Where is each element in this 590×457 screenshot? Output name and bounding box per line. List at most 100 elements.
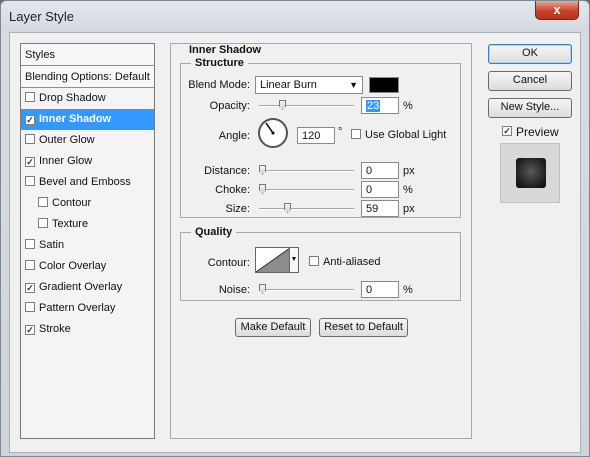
reset-to-default-button[interactable]: Reset to Default [319, 318, 408, 337]
contour-preview[interactable] [255, 247, 291, 273]
opacity-unit: % [403, 100, 413, 112]
noise-unit: % [403, 284, 413, 296]
contour-linear-icon [256, 248, 290, 272]
style-item-label: Inner Glow [39, 155, 93, 167]
style-item-checkbox[interactable]: ✓ [25, 325, 35, 335]
style-item-contour[interactable]: Contour [21, 193, 154, 214]
style-item-inner-glow[interactable]: ✓ Inner Glow [21, 151, 154, 172]
style-item-checkbox[interactable] [25, 239, 35, 249]
style-item-color-overlay[interactable]: Color Overlay [21, 256, 154, 277]
preview-label: Preview [516, 125, 559, 139]
style-item-checkbox[interactable] [25, 260, 35, 270]
styles-list: Styles Blending Options: Default Drop Sh… [20, 43, 155, 439]
distance-slider-thumb[interactable] [259, 165, 266, 175]
use-global-light-label: Use Global Light [365, 129, 447, 141]
style-item-label: Color Overlay [39, 260, 107, 272]
contour-label: Contour: [207, 257, 250, 269]
style-item-drop-shadow[interactable]: Drop Shadow [21, 88, 154, 109]
noise-slider-thumb[interactable] [259, 284, 266, 294]
check-icon: ✓ [26, 115, 34, 125]
anti-aliased-checkbox[interactable] [309, 256, 319, 266]
cancel-button[interactable]: Cancel [488, 71, 572, 91]
style-item-label: Bevel and Emboss [39, 176, 131, 188]
style-item-checkbox[interactable]: ✓ [25, 115, 35, 125]
choke-unit: % [403, 184, 413, 196]
dialog-body: Styles Blending Options: Default Drop Sh… [9, 32, 581, 453]
style-item-checkbox[interactable] [38, 218, 48, 228]
style-item-bevel-and-emboss[interactable]: Bevel and Emboss [21, 172, 154, 193]
panel-title: Inner Shadow [189, 44, 262, 56]
preview-thumbnail [516, 158, 546, 188]
choke-slider-track [259, 189, 354, 191]
style-item-stroke[interactable]: ✓ Stroke [21, 319, 154, 340]
style-item-satin[interactable]: Satin [21, 235, 154, 256]
style-item-pattern-overlay[interactable]: Pattern Overlay [21, 298, 154, 319]
noise-slider-track [259, 289, 354, 291]
angle-unit: ° [338, 126, 343, 138]
shadow-color-swatch[interactable] [369, 77, 399, 93]
layer-style-dialog: Layer Style x Styles Blending Options: D… [0, 0, 590, 457]
distance-slider[interactable] [259, 165, 354, 177]
preview-checkbox[interactable]: ✓ [502, 126, 512, 136]
angle-value: 120 [302, 130, 321, 142]
style-item-texture[interactable]: Texture [21, 214, 154, 235]
size-slider-thumb[interactable] [284, 203, 291, 213]
noise-label: Noise: [218, 284, 250, 296]
check-icon: ✓ [26, 157, 34, 167]
style-preview [500, 143, 560, 203]
opacity-label: Opacity: [209, 100, 250, 112]
style-item-checkbox[interactable]: ✓ [25, 157, 35, 167]
check-icon: ✓ [26, 325, 34, 335]
title-bar[interactable]: Layer Style x [1, 1, 589, 32]
close-button[interactable]: x [535, 1, 579, 20]
styles-header[interactable]: Styles [21, 44, 154, 66]
size-unit: px [403, 203, 415, 215]
style-item-label: Texture [52, 218, 89, 230]
check-icon: ✓ [503, 126, 511, 136]
anti-aliased-label: Anti-aliased [323, 256, 381, 268]
angle-dial[interactable] [258, 118, 288, 148]
size-slider[interactable] [259, 203, 354, 215]
style-item-checkbox[interactable] [25, 92, 35, 102]
style-item-gradient-overlay[interactable]: ✓ Gradient Overlay [21, 277, 154, 298]
size-slider-track [259, 208, 354, 210]
style-item-outer-glow[interactable]: Outer Glow [21, 130, 154, 151]
style-item-checkbox[interactable] [25, 134, 35, 144]
opacity-input[interactable]: 23 [361, 97, 399, 114]
structure-group: Structure Blend Mode: Linear Burn ▼ Opac… [180, 57, 461, 218]
close-icon: x [553, 2, 561, 17]
size-label: Size: [225, 203, 250, 215]
opacity-slider-track [259, 105, 354, 107]
style-item-checkbox[interactable] [25, 302, 35, 312]
choke-slider-thumb[interactable] [259, 184, 266, 194]
blending-options-item[interactable]: Blending Options: Default [21, 66, 154, 88]
style-item-checkbox[interactable]: ✓ [25, 283, 35, 293]
angle-input[interactable]: 120 [297, 127, 335, 144]
choke-slider[interactable] [259, 184, 354, 196]
style-item-label: Outer Glow [39, 134, 95, 146]
distance-input[interactable]: 0 [361, 162, 399, 179]
noise-slider[interactable] [259, 284, 354, 296]
dialog-title: Layer Style [9, 9, 75, 24]
style-item-checkbox[interactable] [38, 197, 48, 207]
contour-dropdown[interactable]: ▼ [289, 247, 299, 273]
opacity-value: 23 [366, 100, 381, 112]
new-style-button[interactable]: New Style... [488, 98, 572, 118]
ok-button[interactable]: OK [488, 44, 572, 64]
style-item-label: Gradient Overlay [39, 281, 123, 293]
size-input[interactable]: 59 [361, 200, 399, 217]
opacity-slider[interactable] [259, 100, 354, 112]
noise-input[interactable]: 0 [361, 281, 399, 298]
use-global-light-checkbox[interactable] [351, 129, 361, 139]
noise-value: 0 [366, 284, 373, 296]
distance-slider-track [259, 170, 354, 172]
distance-unit: px [403, 165, 415, 177]
blend-mode-select[interactable]: Linear Burn ▼ [255, 76, 363, 94]
choke-label: Choke: [215, 184, 250, 196]
angle-label: Angle: [218, 130, 250, 142]
opacity-slider-thumb[interactable] [279, 100, 286, 110]
choke-input[interactable]: 0 [361, 181, 399, 198]
style-item-inner-shadow[interactable]: ✓ Inner Shadow [21, 109, 154, 130]
style-item-checkbox[interactable] [25, 176, 35, 186]
make-default-button[interactable]: Make Default [235, 318, 311, 337]
